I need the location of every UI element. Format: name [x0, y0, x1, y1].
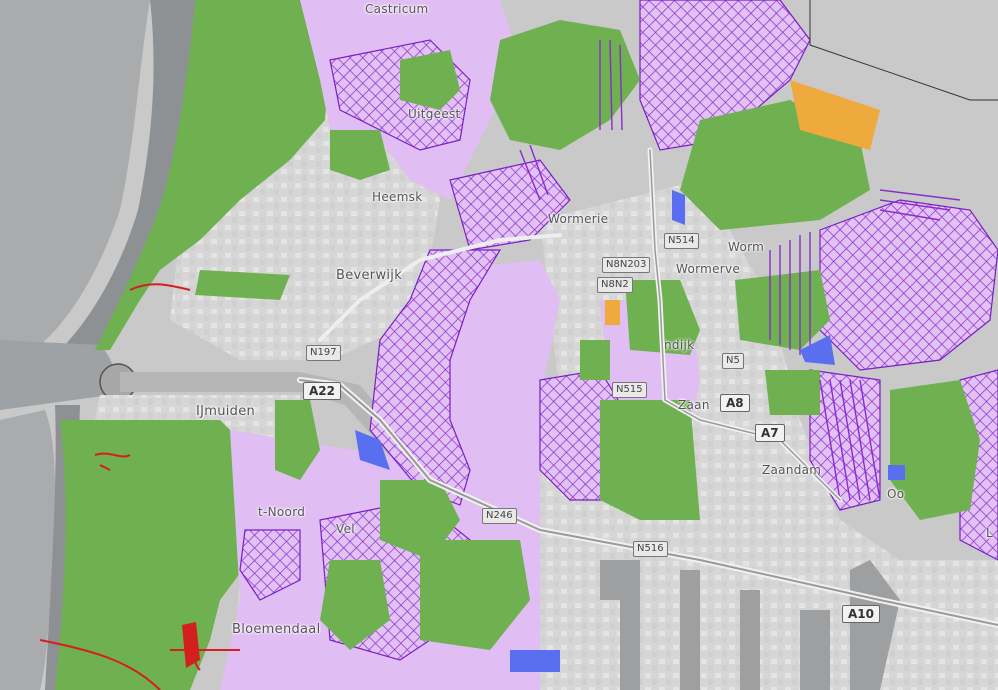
road-shield-a8: A8: [720, 394, 750, 412]
green-heemskerk: [330, 130, 390, 180]
road-shield-n5: N5: [722, 353, 744, 369]
road-shield-n514: N514: [664, 233, 699, 249]
road-shield-n516: N516: [633, 541, 668, 557]
blue-area-south: [510, 650, 560, 672]
green-zaan-2: [580, 340, 610, 380]
map-canvas[interactable]: Castricum Uitgeest Heemsk Beverwijk Worm…: [0, 0, 998, 690]
green-zaandam-park: [765, 370, 820, 415]
road-shield-n8n203: N8N203: [602, 257, 651, 273]
road-shield-n197: N197: [306, 345, 341, 361]
road-shield-n8n2: N8N2: [597, 277, 633, 293]
green-strip: [195, 270, 290, 300]
blue-area-oostzaan: [888, 465, 905, 480]
road-shield-a10: A10: [842, 605, 880, 623]
map-layers: [0, 0, 998, 690]
road-shield-n246: N246: [482, 508, 517, 524]
road-shield-a7: A7: [755, 424, 785, 442]
blue-area-wormer: [672, 190, 685, 225]
road-shield-n515: N515: [612, 382, 647, 398]
road-shield-a22: A22: [303, 382, 341, 400]
green-zaan-3: [600, 400, 700, 520]
orange-area-small: [605, 300, 620, 325]
